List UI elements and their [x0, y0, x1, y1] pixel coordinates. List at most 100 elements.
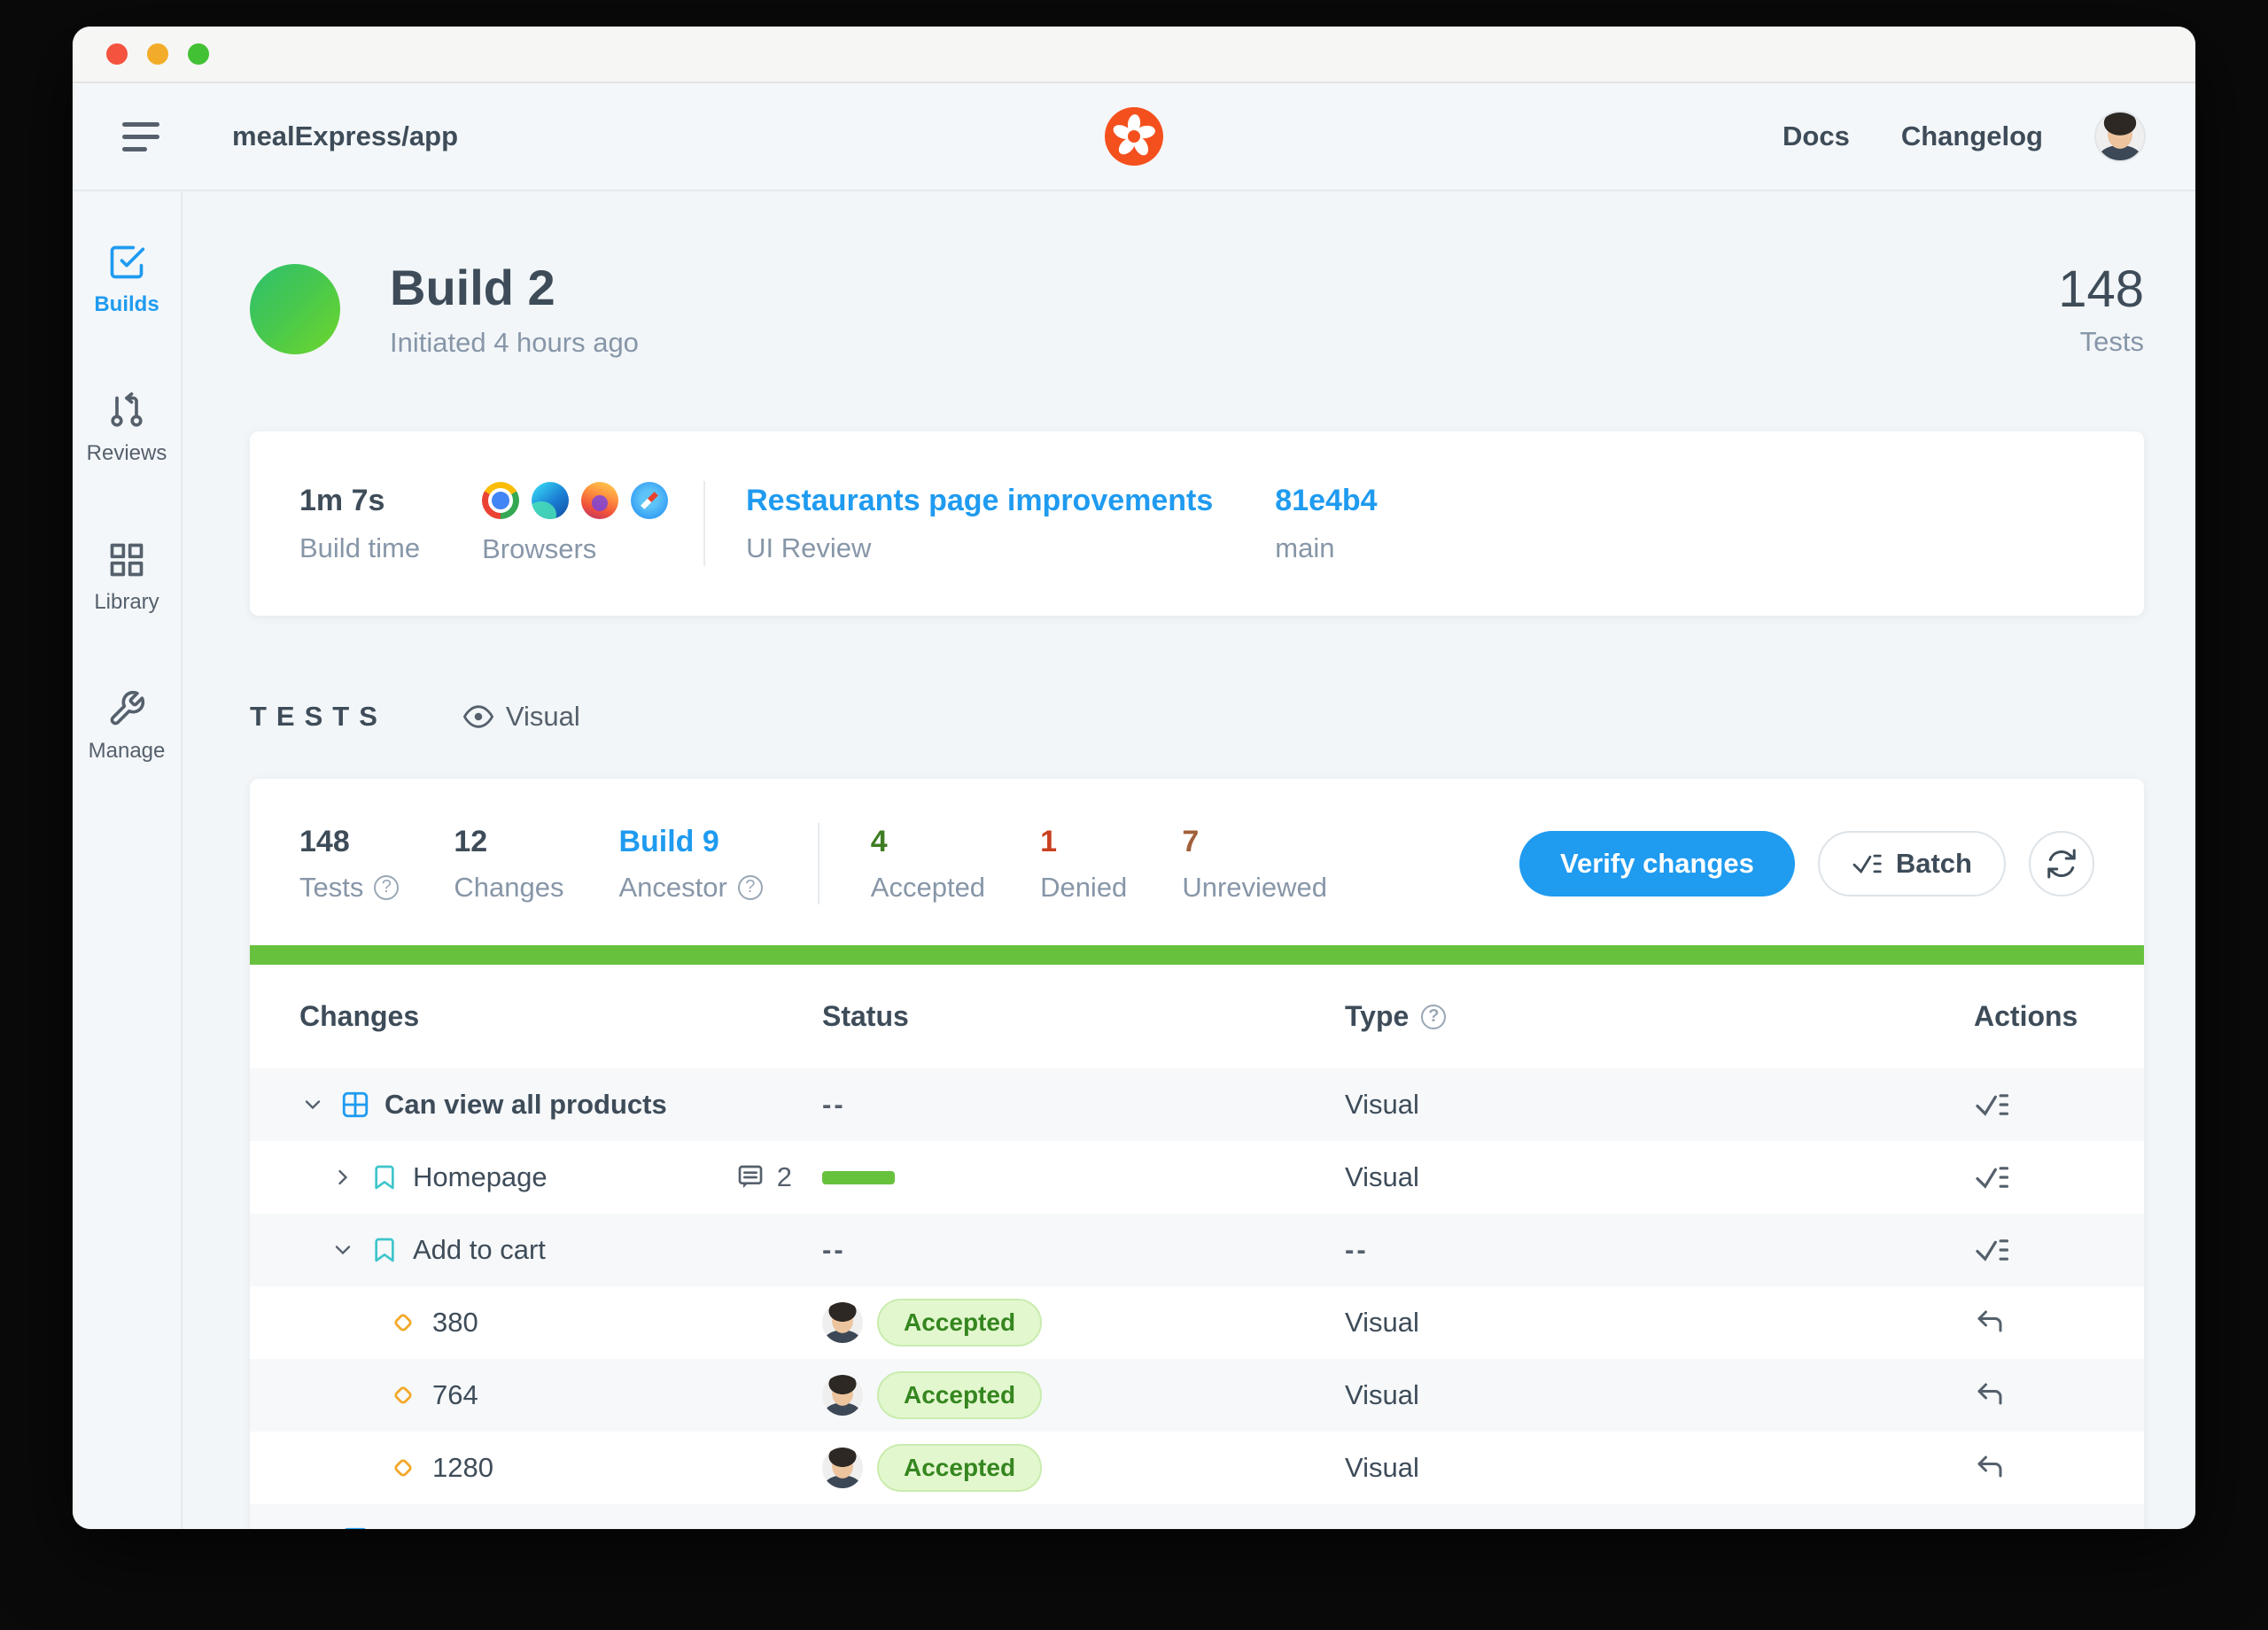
reviewer-avatar — [822, 1448, 863, 1488]
stat-ancestor[interactable]: Build 9 Ancestor? — [618, 825, 762, 904]
firefox-browser-icon — [581, 482, 618, 519]
undo-icon[interactable] — [1974, 1452, 2006, 1484]
help-icon[interactable]: ? — [374, 875, 399, 900]
status-empty: -- — [822, 1234, 846, 1266]
test-group-icon — [340, 1090, 370, 1120]
tests-count-label: Tests — [2058, 326, 2144, 358]
undo-icon[interactable] — [1974, 1379, 2006, 1411]
sidebar-item-reviews[interactable]: Reviews — [87, 392, 167, 466]
type-value: Visual — [1345, 1307, 1419, 1339]
chevron-down-icon[interactable] — [299, 1092, 326, 1117]
docs-link[interactable]: Docs — [1783, 120, 1850, 152]
changelog-link[interactable]: Changelog — [1901, 120, 2043, 152]
table-row[interactable]: 764 Accepted Visual — [250, 1359, 2144, 1432]
top-navbar: mealExpress/app Docs Changelog — [73, 83, 2195, 191]
close-window-button[interactable] — [106, 43, 128, 65]
build-time-block: 1m 7s Build time — [299, 484, 420, 564]
row-label: 380 — [432, 1307, 478, 1339]
visual-filter[interactable]: Visual — [463, 701, 580, 733]
batch-check-icon — [1852, 851, 1882, 876]
type-value: -- — [1345, 1525, 1369, 1529]
chevron-down-icon[interactable] — [330, 1238, 356, 1262]
reviewer-avatar — [822, 1302, 863, 1343]
zoom-window-button[interactable] — [188, 43, 209, 65]
column-type: Type? — [1345, 1000, 1974, 1033]
status-progress-bar — [822, 1171, 895, 1184]
snapshot-bookmark-icon — [370, 1235, 399, 1265]
table-row[interactable]: Can view all products -- Visual — [250, 1068, 2144, 1141]
row-label: Can open product — [384, 1525, 619, 1529]
chevron-right-icon[interactable] — [330, 1165, 356, 1190]
menu-icon[interactable] — [122, 122, 163, 151]
refresh-button[interactable] — [2029, 831, 2094, 896]
status-badge: Accepted — [877, 1299, 1042, 1347]
column-status: Status — [822, 1000, 1345, 1033]
minimize-window-button[interactable] — [147, 43, 168, 65]
wrench-icon — [107, 689, 146, 728]
sidebar: Builds Reviews Library Manage — [73, 191, 183, 1529]
comment-icon — [736, 1163, 765, 1191]
divider — [818, 823, 819, 904]
row-label: 1280 — [432, 1452, 493, 1484]
brand-logo-icon[interactable] — [1105, 107, 1163, 166]
sidebar-item-manage[interactable]: Manage — [89, 689, 166, 764]
type-value: Visual — [1345, 1379, 1419, 1411]
help-icon[interactable]: ? — [1421, 1005, 1446, 1029]
batch-button[interactable]: Batch — [1818, 831, 2006, 896]
width-diamond-icon — [388, 1308, 418, 1338]
build-status-indicator — [250, 264, 340, 354]
row-label: Homepage — [413, 1161, 548, 1193]
sidebar-item-builds[interactable]: Builds — [94, 243, 159, 317]
type-value: Visual — [1345, 1161, 1419, 1193]
stat-denied: 1 Denied — [1040, 825, 1127, 904]
user-avatar[interactable] — [2094, 111, 2146, 162]
table-row[interactable]: Can open product -- -- — [250, 1504, 2144, 1529]
verify-group-icon[interactable] — [1974, 1526, 2009, 1529]
grid-icon — [107, 540, 146, 579]
project-name[interactable]: mealExpress/app — [232, 120, 458, 152]
browsers-block: Browsers — [482, 482, 668, 565]
row-label: Can view all products — [384, 1089, 667, 1121]
table-row[interactable]: Homepage 2 Visual — [250, 1141, 2144, 1214]
table-row[interactable]: Add to cart -- -- — [250, 1214, 2144, 1286]
row-label: Add to cart — [413, 1234, 546, 1266]
type-value: -- — [1345, 1234, 1369, 1266]
commit-link[interactable]: 81e4b4 — [1275, 484, 1377, 518]
stat-tests: 148 Tests? — [299, 825, 399, 904]
build-summary-card: 1m 7s Build time Browsers Restaurants pa… — [250, 431, 2144, 616]
table-row[interactable]: 1280 Accepted Visual — [250, 1432, 2144, 1504]
verify-group-icon[interactable] — [1974, 1163, 2009, 1191]
refresh-icon — [2046, 848, 2078, 880]
build-progress-bar — [250, 945, 2144, 965]
page-title: Build 2 — [390, 259, 639, 316]
row-label: 764 — [432, 1379, 478, 1411]
ancestor-build-link: Build 9 — [618, 825, 762, 859]
check-square-icon — [107, 243, 146, 282]
column-actions: Actions — [1974, 1000, 2094, 1033]
stats-bar: 148 Tests? 12 Changes Build 9 Ancestor? … — [250, 779, 2144, 945]
type-value: Visual — [1345, 1089, 1419, 1121]
status-empty: -- — [822, 1089, 846, 1121]
status-badge: Accepted — [877, 1444, 1042, 1492]
build-initiated-text: Initiated 4 hours ago — [390, 327, 639, 359]
sidebar-item-library[interactable]: Library — [94, 540, 159, 615]
verify-changes-button[interactable]: Verify changes — [1519, 831, 1795, 896]
main-content: Build 2 Initiated 4 hours ago 148 Tests … — [183, 191, 2195, 1529]
chevron-down-icon[interactable] — [299, 1528, 326, 1529]
stat-changes: 12 Changes — [454, 825, 563, 904]
commit-block: 81e4b4 main — [1275, 484, 1377, 564]
divider — [703, 481, 705, 566]
stat-accepted: 4 Accepted — [871, 825, 985, 904]
comments-count[interactable]: 2 — [736, 1161, 792, 1193]
tests-section-title: TESTS — [250, 701, 387, 733]
verify-group-icon[interactable] — [1974, 1091, 2009, 1119]
window-titlebar — [73, 27, 2195, 83]
table-row[interactable]: 380 Accepted Visual — [250, 1286, 2144, 1359]
help-icon[interactable]: ? — [738, 875, 763, 900]
verify-group-icon[interactable] — [1974, 1236, 2009, 1264]
app-window: mealExpress/app Docs Changelog Builds — [73, 27, 2195, 1529]
undo-icon[interactable] — [1974, 1307, 2006, 1339]
snapshot-bookmark-icon — [370, 1162, 399, 1192]
review-title-link[interactable]: Restaurants page improvements — [746, 484, 1213, 518]
review-block: Restaurants page improvements UI Review — [746, 484, 1213, 564]
